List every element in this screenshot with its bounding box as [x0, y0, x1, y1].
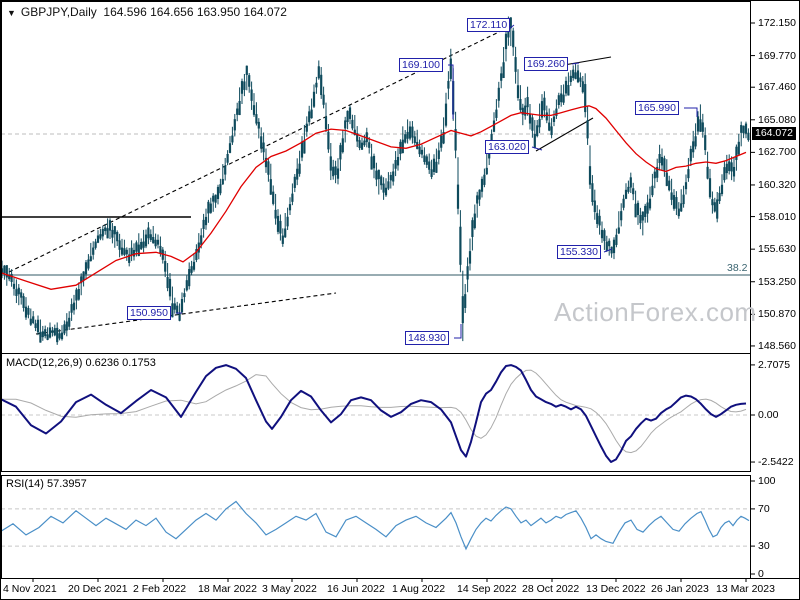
price-axis-tick[interactable]: 158.010: [758, 211, 796, 223]
macd-indicator-label: MACD(12,26,9) 0.6236 0.1753: [6, 357, 156, 369]
symbol-ohlc-text: GBPJPY,Daily 164.596 164.656 163.950 164…: [20, 5, 287, 19]
date-axis-label[interactable]: 18 Mar 2022: [198, 583, 257, 595]
fib-382-label: 38.2: [727, 262, 748, 274]
price-axis-tick[interactable]: 155.630: [758, 243, 796, 255]
date-axis-label[interactable]: 26 Jan 2023: [651, 583, 709, 595]
dropdown-triangle-icon[interactable]: ▼: [7, 8, 16, 18]
price-annotation-tag[interactable]: 155.330: [557, 245, 601, 259]
price-annotation-tag[interactable]: 169.260: [524, 57, 568, 71]
date-axis-label[interactable]: 20 Dec 2021: [68, 583, 128, 595]
macd-axis-tick[interactable]: -2.5422: [758, 456, 794, 468]
rsi-axis-tick[interactable]: 70: [758, 503, 770, 515]
price-axis-tick[interactable]: 150.870: [758, 308, 796, 320]
price-axis-tick[interactable]: 162.700: [758, 146, 796, 158]
current-price-tag: 164.072: [752, 127, 796, 140]
date-axis-label[interactable]: 28 Oct 2022: [522, 583, 579, 595]
price-axis-tick[interactable]: 172.150: [758, 17, 796, 29]
price-annotation-tag[interactable]: 169.100: [399, 58, 443, 72]
date-axis-label[interactable]: 14 Sep 2022: [457, 583, 517, 595]
price-axis-tick[interactable]: 167.460: [758, 81, 796, 93]
date-axis-label[interactable]: 13 Dec 2022: [586, 583, 646, 595]
rsi-axis-tick[interactable]: 100: [758, 475, 776, 487]
price-axis-tick[interactable]: 160.320: [758, 179, 796, 191]
price-annotation-tag[interactable]: 165.990: [635, 101, 679, 115]
price-axis-tick[interactable]: 165.080: [758, 114, 796, 126]
price-axis-tick[interactable]: 148.560: [758, 340, 796, 352]
macd-axis-tick[interactable]: 0.00: [758, 409, 778, 421]
rsi-indicator-label: RSI(14) 57.3957: [6, 478, 87, 490]
date-axis-label[interactable]: 2 Feb 2022: [133, 583, 186, 595]
chart-title: ▼ GBPJPY,Daily 164.596 164.656 163.950 16…: [7, 5, 287, 19]
chart-window: ▼ GBPJPY,Daily 164.596 164.656 163.950 16…: [0, 0, 800, 600]
rsi-axis-tick[interactable]: 30: [758, 540, 770, 552]
date-axis-label[interactable]: 1 Aug 2022: [392, 583, 445, 595]
rsi-axis-tick[interactable]: 0: [758, 568, 764, 580]
date-axis-label[interactable]: 16 Jun 2022: [327, 583, 385, 595]
watermark: ActionForex.com: [554, 297, 757, 327]
price-axis-tick[interactable]: 153.250: [758, 276, 796, 288]
price-annotation-tag[interactable]: 150.950: [127, 306, 171, 320]
price-axis-tick[interactable]: 169.770: [758, 50, 796, 62]
price-annotation-tag[interactable]: 148.930: [405, 331, 449, 345]
date-axis-label[interactable]: 3 May 2022: [262, 583, 317, 595]
date-axis-label[interactable]: 13 Mar 2023: [716, 583, 775, 595]
date-axis-label[interactable]: 4 Nov 2021: [3, 583, 57, 595]
price-annotation-tag[interactable]: 172.110: [467, 18, 511, 32]
macd-axis-tick[interactable]: 2.7075: [758, 359, 790, 371]
price-annotation-tag[interactable]: 163.020: [485, 140, 529, 154]
